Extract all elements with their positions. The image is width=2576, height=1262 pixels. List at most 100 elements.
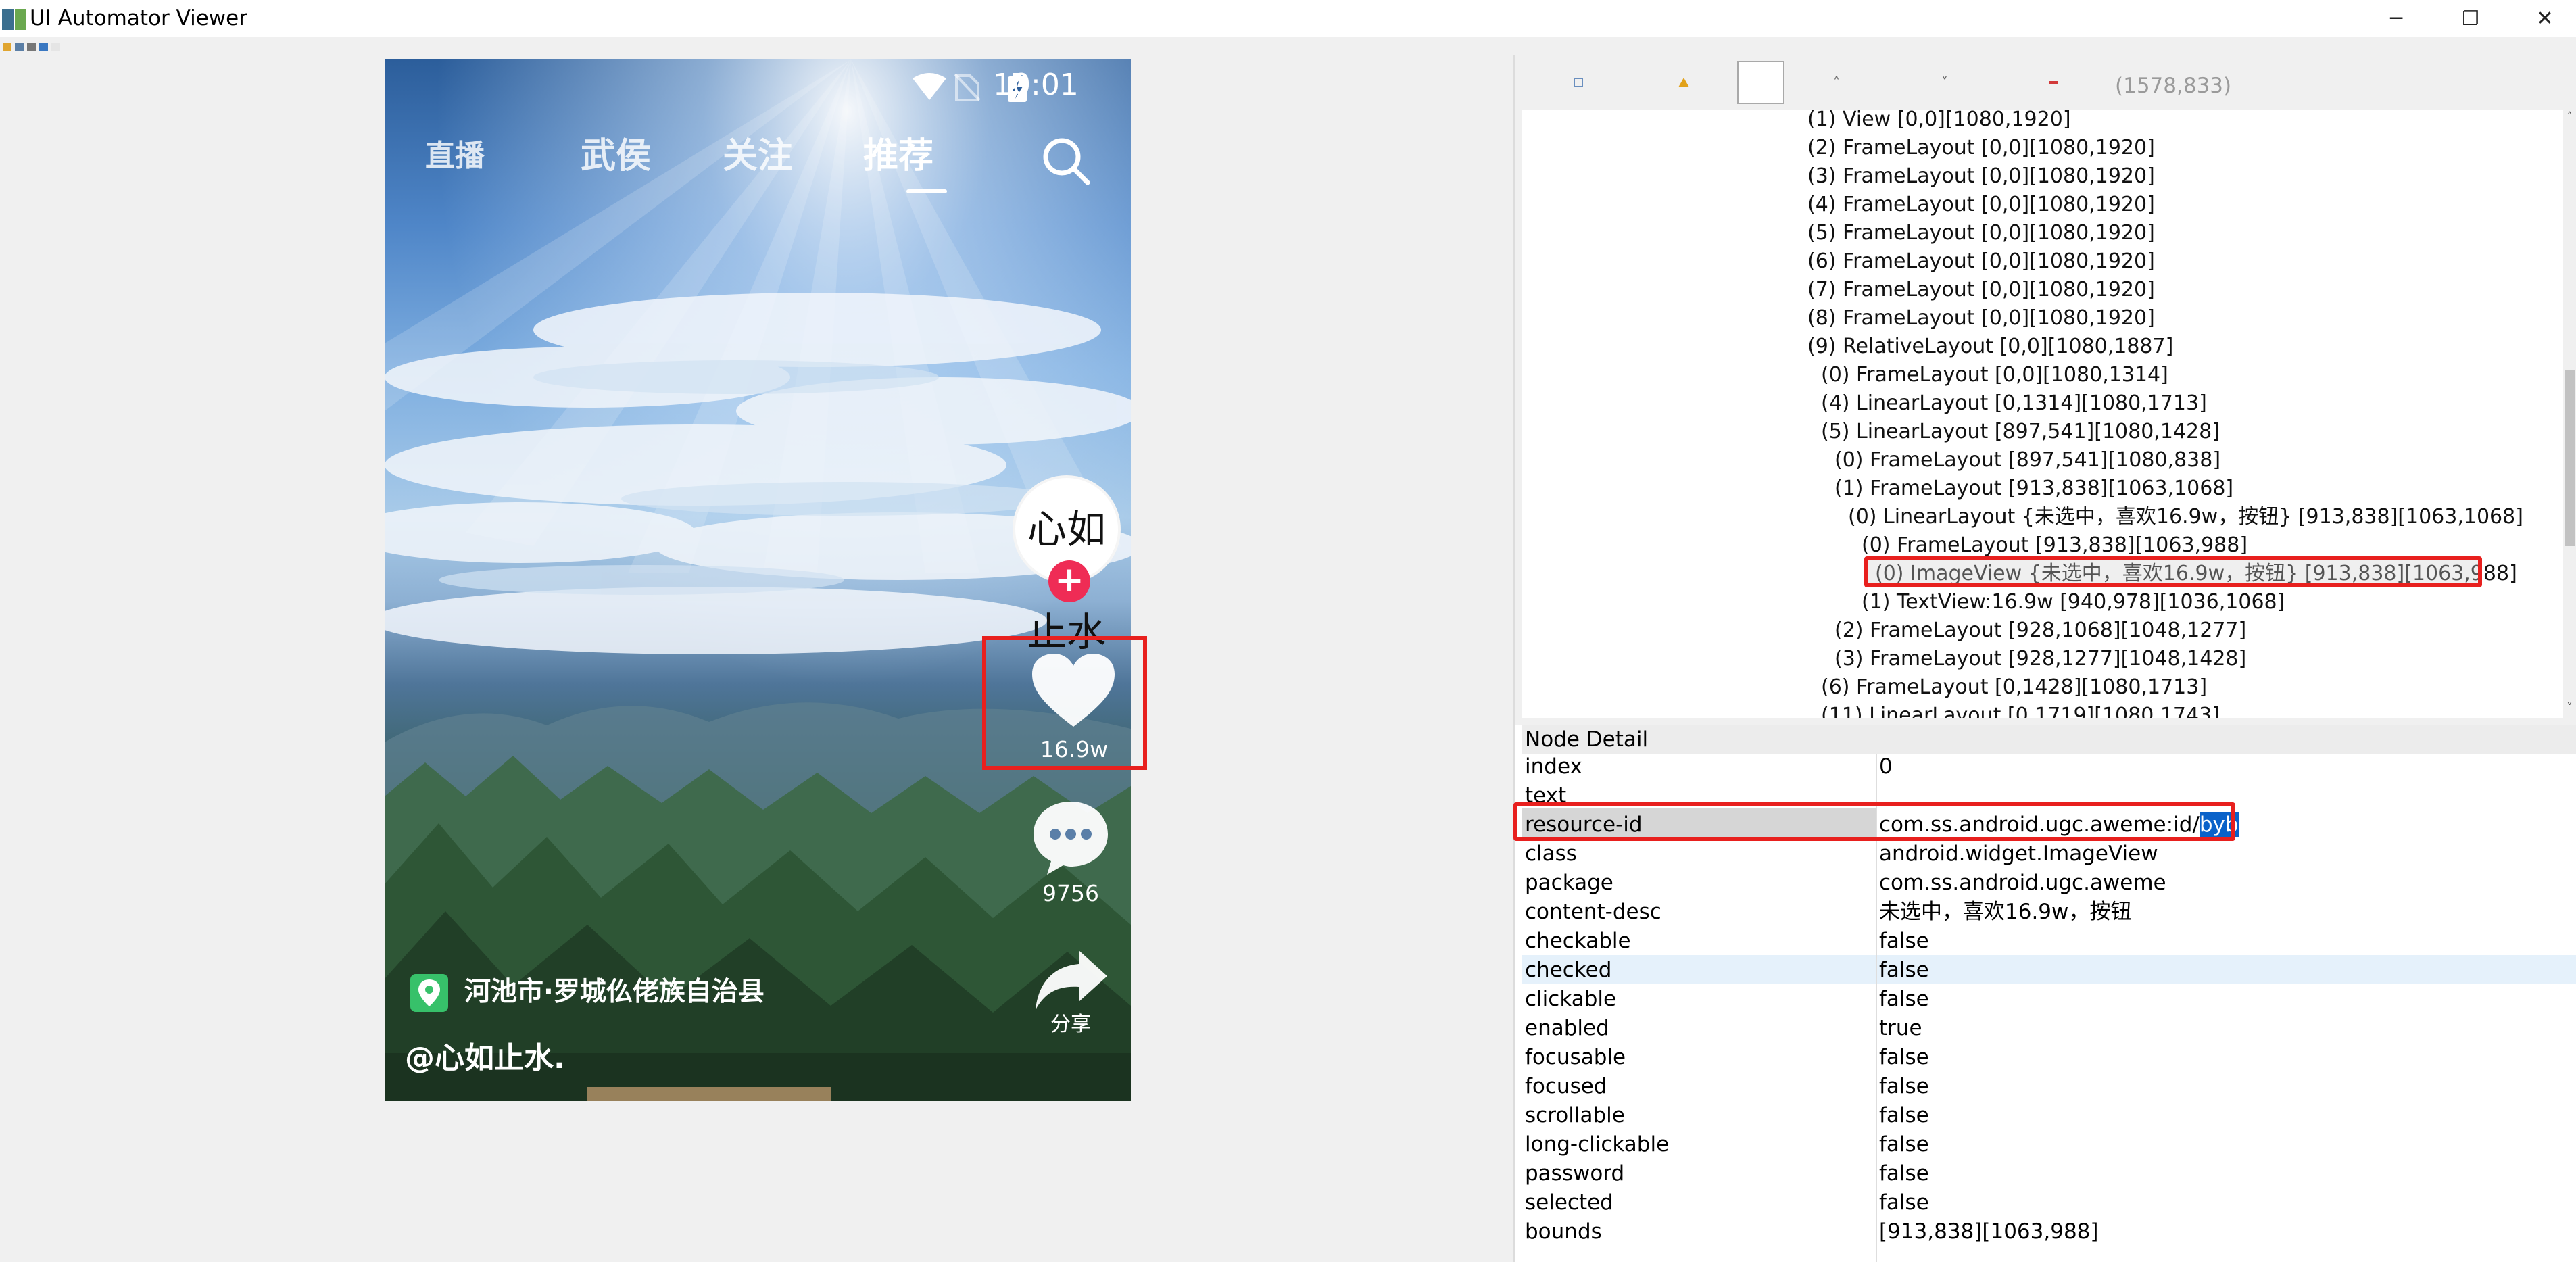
detail-value[interactable]: com.ss.android.ugc.aweme (1879, 869, 2166, 898)
toggle-naf-button[interactable] (1737, 61, 1784, 104)
tree-node[interactable]: (2) FrameLayout [928,1068][1048,1277] (1834, 616, 2246, 645)
detail-value[interactable]: false (1879, 1101, 1929, 1130)
detail-row-focused[interactable]: focused false (1522, 1072, 2576, 1101)
detail-value-text: false (1879, 958, 1929, 982)
scroll-up-arrow[interactable]: ˄ (2565, 111, 2575, 124)
share-label: 分享 (1050, 1013, 1091, 1036)
tree-node[interactable]: (1) TextView:16.9w [940,978][1036,1068] (1862, 588, 2285, 616)
detail-value[interactable]: 0 (1879, 752, 1893, 781)
tree-node[interactable]: (4) LinearLayout [0,1314][1080,1713] (1821, 389, 2207, 418)
tree-node[interactable]: (8) FrameLayout [0,0][1080,1920] (1807, 304, 2155, 333)
detail-value-text: false (1879, 1045, 1929, 1069)
expand-all-icon[interactable] (1574, 78, 1583, 87)
comment-icon[interactable] (1028, 796, 1113, 877)
tree-node[interactable]: (4) FrameLayout [0,0][1080,1920] (1807, 191, 2155, 219)
toolbar-spacer (51, 43, 60, 51)
tree-node[interactable]: (9) RelativeLayout [0,0][1080,1887] (1807, 333, 2173, 361)
detail-value-text: false (1879, 987, 1929, 1011)
tree-node[interactable]: (6) FrameLayout [0,0][1080,1920] (1807, 247, 2155, 276)
title-bar: UI Automator Viewer ─ ❐ ✕ (0, 0, 2576, 37)
tree-node[interactable]: (0) FrameLayout [913,838][1063,988] (1862, 531, 2247, 560)
detail-value[interactable]: true (1879, 1014, 1922, 1043)
next-node-icon[interactable]: ˅ (1941, 76, 1948, 89)
detail-value[interactable]: false (1879, 956, 1929, 985)
detail-value[interactable]: false (1879, 1130, 1929, 1159)
device-screenshot-icon[interactable] (15, 43, 24, 51)
detail-value-text: false (1879, 1074, 1929, 1098)
tree-node[interactable]: (0) FrameLayout [897,541][1080,838] (1834, 446, 2220, 475)
detail-row-long-clickable[interactable]: long-clickable false (1522, 1130, 2576, 1159)
detail-value[interactable]: false (1879, 1072, 1929, 1101)
detail-row-class[interactable]: class android.widget.ImageView (1522, 840, 2576, 869)
detail-value[interactable]: false (1879, 1188, 1929, 1217)
tree-node[interactable]: (6) FrameLayout [0,1428][1080,1713] (1821, 673, 2207, 702)
detail-key: index (1525, 754, 1582, 779)
detail-value[interactable]: false (1879, 927, 1929, 956)
detail-value[interactable]: false (1879, 1159, 1929, 1188)
detail-value-text: [913,838][1063,988] (1879, 1219, 2099, 1244)
detail-row-package[interactable]: package com.ss.android.ugc.aweme (1522, 869, 2576, 898)
detail-value[interactable]: android.widget.ImageView (1879, 840, 2158, 869)
detail-key: focused (1525, 1074, 1607, 1098)
tree-node[interactable]: (0) LinearLayout {未选中，喜欢16.9w，按钮} [913,8… (1848, 503, 2523, 531)
tree-node[interactable]: (3) FrameLayout [928,1277][1048,1428] (1834, 645, 2246, 673)
save-icon[interactable] (39, 43, 48, 51)
detail-value-text: 未选中，喜欢16.9w，按钮 (1879, 900, 2132, 924)
minimize-button[interactable]: ─ (2359, 0, 2433, 37)
share-icon[interactable] (1031, 946, 1110, 1014)
tree-node[interactable]: (0) FrameLayout [0,0][1080,1314] (1821, 361, 2168, 389)
close-button[interactable]: ✕ (2508, 0, 2576, 37)
tree-node[interactable]: (1) FrameLayout [913,838][1063,1068] (1834, 475, 2233, 503)
detail-row-clickable[interactable]: clickable false (1522, 985, 2576, 1014)
detail-row-checked[interactable]: checked false (1522, 956, 2576, 985)
detail-value-text: false (1879, 1161, 1929, 1186)
detail-row-enabled[interactable]: enabled true (1522, 1014, 2576, 1043)
detail-row-checkable[interactable]: checkable false (1522, 927, 2576, 956)
detail-key: clickable (1525, 987, 1617, 1011)
maximize-button[interactable]: ❐ (2433, 0, 2508, 37)
detail-value[interactable]: false (1879, 1043, 1929, 1072)
tree-scrollbar-thumb[interactable] (2565, 370, 2575, 546)
location-pin-icon[interactable] (410, 974, 448, 1012)
detail-row-focusable[interactable]: focusable false (1522, 1043, 2576, 1072)
detail-key: content-desc (1525, 900, 1661, 924)
resource-id-highlight (1513, 802, 2235, 841)
open-folder-icon[interactable] (3, 43, 11, 51)
tab-recommended[interactable]: 推荐 (863, 132, 933, 180)
search-icon[interactable] (1040, 135, 1092, 187)
detail-row-scrollable[interactable]: scrollable false (1522, 1101, 2576, 1130)
detail-value-text: false (1879, 929, 1929, 953)
tree-node[interactable]: (7) FrameLayout [0,0][1080,1920] (1807, 276, 2155, 304)
tree-node[interactable]: (5) FrameLayout [0,0][1080,1920] (1807, 219, 2155, 247)
tab-live[interactable]: 直播 (425, 132, 485, 180)
tab-local[interactable]: 武侯 (581, 132, 651, 180)
previous-node-icon[interactable]: ˄ (1833, 76, 1840, 89)
warning-icon[interactable] (1678, 77, 1690, 88)
status-clock: 10:01 (993, 68, 1079, 102)
author-handle[interactable]: @心如止水. (405, 1038, 565, 1079)
location-label[interactable]: 河池市·罗城仫佬族自治县 (464, 972, 764, 1013)
detail-value[interactable]: 未选中，喜欢16.9w，按钮 (1879, 898, 2131, 927)
detail-key: scrollable (1525, 1103, 1625, 1127)
detail-value[interactable]: false (1879, 985, 1929, 1014)
tab-following[interactable]: 关注 (723, 132, 793, 180)
app-icon (2, 9, 26, 30)
detail-row-content-desc[interactable]: content-desc 未选中，喜欢16.9w，按钮 (1522, 898, 2576, 927)
device-screenshot[interactable]: 10:01 直播 武侯 关注 推荐 心如止水 + 16.9w 9756 分享 河… (385, 59, 1131, 1101)
detail-value[interactable]: [913,838][1063,988] (1879, 1217, 2099, 1246)
detail-key: focusable (1525, 1045, 1626, 1069)
detail-key: selected (1525, 1190, 1613, 1215)
tree-node[interactable]: (3) FrameLayout [0,0][1080,1920] (1807, 162, 2155, 191)
device-screenshot-compressed-icon[interactable] (27, 43, 36, 51)
tree-node[interactable]: (5) LinearLayout [897,541][1080,1428] (1821, 418, 2220, 446)
collapse-icon[interactable] (2049, 81, 2058, 84)
cursor-coordinates: (1578,833) (2115, 74, 2232, 98)
tree-node[interactable]: (2) FrameLayout [0,0][1080,1920] (1807, 134, 2155, 162)
tree-node[interactable]: (1) View [0,0][1080,1920] (1807, 105, 2071, 134)
detail-row-selected[interactable]: selected false (1522, 1188, 2576, 1217)
detail-row-index[interactable]: index 0 (1522, 752, 2576, 781)
detail-row-password[interactable]: password false (1522, 1159, 2576, 1188)
detail-row-bounds[interactable]: bounds [913,838][1063,988] (1522, 1217, 2576, 1246)
follow-plus-button[interactable]: + (1048, 560, 1090, 602)
scroll-down-arrow[interactable]: ˅ (2565, 702, 2575, 715)
